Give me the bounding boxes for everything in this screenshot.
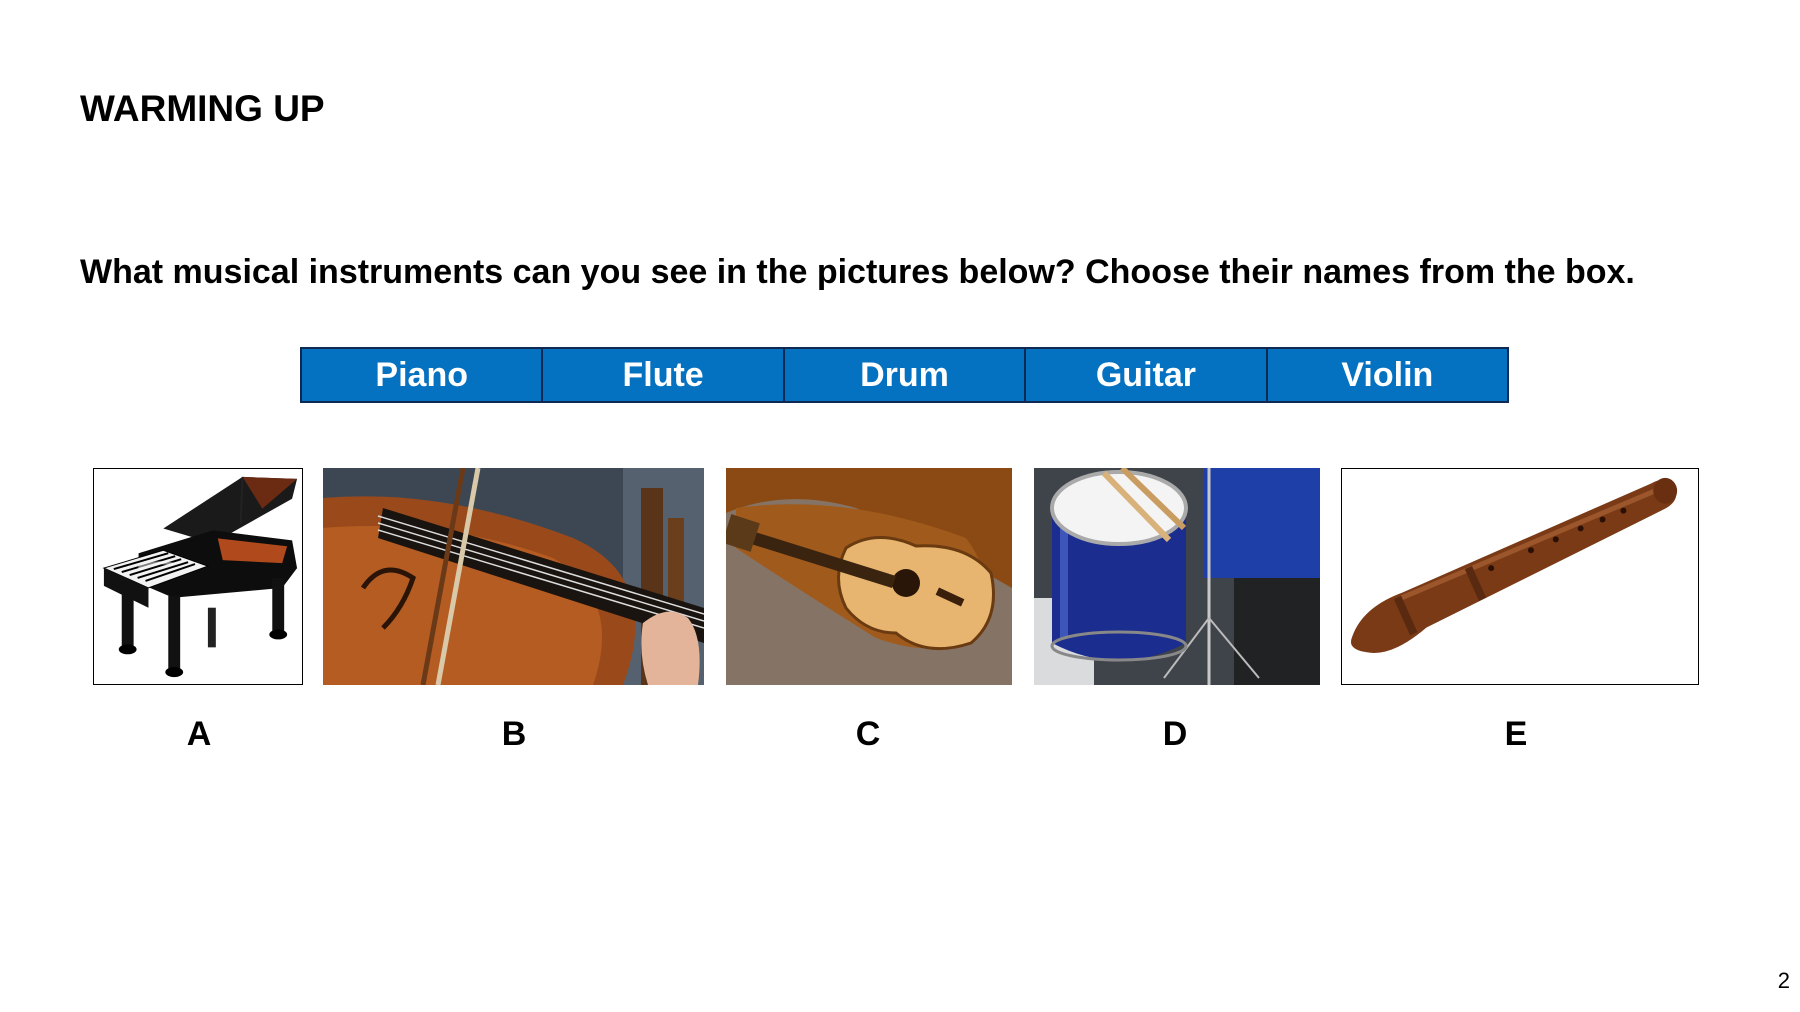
label-c: C	[855, 715, 881, 753]
word-guitar: Guitar	[1026, 349, 1268, 401]
word-piano: Piano	[302, 349, 544, 401]
label-e: E	[1504, 715, 1528, 753]
label-b: B	[501, 715, 527, 753]
guitar-image	[726, 468, 1012, 685]
page-number: 2	[1777, 968, 1790, 993]
violin-image	[323, 468, 704, 685]
word-violin: Violin	[1267, 349, 1508, 401]
word-drum: Drum	[784, 349, 1027, 401]
instruction-text: What musical instruments can you see in …	[80, 253, 1635, 291]
word-flute: Flute	[543, 349, 785, 401]
page-title: WARMING UP	[80, 88, 325, 129]
piano-image	[93, 468, 303, 685]
word-box: Piano Flute Drum Guitar Violin	[300, 347, 1509, 403]
label-a: A	[186, 715, 212, 753]
flute-image	[1341, 468, 1699, 685]
label-d: D	[1162, 715, 1188, 753]
drum-image	[1034, 468, 1320, 685]
